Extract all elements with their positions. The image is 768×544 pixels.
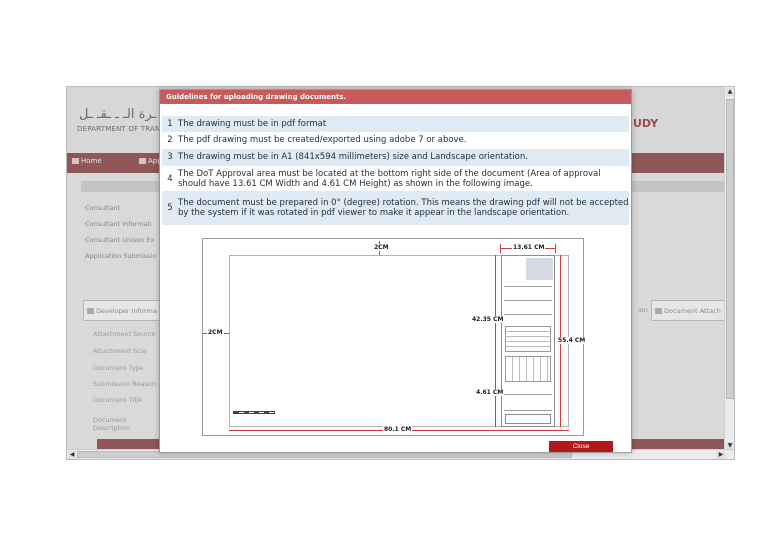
title-block-line (504, 314, 552, 315)
scale-bar (233, 411, 275, 414)
approval-width-tick-right (555, 244, 556, 253)
guideline-text: The DoT Approval area must be located at… (178, 168, 601, 189)
guidelines-list: 1 The drawing must be in pdf format 2 Th… (162, 116, 629, 225)
guideline-item: 5 The document must be prepared in 0° (d… (162, 191, 629, 225)
document-title-label: Document Title (93, 396, 143, 404)
attachment-size-label: Attachment Size (93, 347, 147, 355)
title-block-line (504, 300, 552, 301)
attachment-icon (655, 308, 662, 314)
approval-width-label: 13.61 CM (512, 244, 546, 251)
attachment-source-label: Attachment Source (93, 330, 156, 338)
scroll-left-icon[interactable]: ◀ (68, 451, 76, 459)
guideline-item: 2 The pdf drawing must be created/export… (162, 132, 629, 149)
grid-icon (139, 158, 146, 164)
home-icon (72, 158, 79, 164)
guideline-number: 1 (167, 119, 173, 129)
nav-home-label: Home (81, 157, 102, 165)
tab-document-label: Document Attach (664, 307, 721, 315)
guideline-number: 5 (167, 203, 173, 213)
department-arabic-title: ـرة الـ ـ ـقـ ـل (79, 107, 157, 122)
modal-title: Guidelines for uploading drawing documen… (160, 90, 631, 104)
vertical-scrollbar[interactable]: ▲ ▼ (724, 87, 734, 451)
title-block-line (504, 410, 552, 411)
side-label-consultant-unison: Consultant Unison Ex (85, 236, 155, 244)
drawing-layout-example: 2CM 2CM 13.61 CM 42.35 CM 4.61 CM 55.4 C… (202, 238, 587, 436)
submission-reason-label: Submission Reason (93, 380, 156, 388)
side-label-consultant: Consultant (85, 204, 121, 212)
title-block-line (504, 394, 552, 395)
guideline-text: The document must be prepared in 0° (deg… (178, 198, 629, 218)
header-right-title: UDY (633, 117, 659, 130)
title-block-table (505, 326, 551, 352)
tab-document-attachment[interactable]: Document Attach (651, 300, 729, 321)
guideline-item: 4 The DoT Approval area must be located … (162, 166, 629, 191)
revision-table (505, 356, 551, 382)
guideline-text: The pdf drawing must be created/exported… (178, 135, 467, 145)
guideline-item: 1 The drawing must be in pdf format (162, 116, 629, 132)
approval-top-height-label: 42.35 CM (471, 316, 505, 323)
nav-item-home[interactable]: Home (72, 157, 102, 165)
document-type-label: Document Type (93, 364, 144, 372)
title-block-line (504, 286, 552, 287)
approval-area-block (501, 255, 555, 427)
tab-developer-information[interactable]: Developer Informa (83, 300, 163, 321)
dot-approval-area (505, 414, 551, 424)
vertical-scroll-thumb[interactable] (726, 99, 734, 399)
close-button[interactable]: Close (549, 441, 613, 452)
guideline-number: 4 (167, 173, 173, 184)
guideline-number: 3 (167, 152, 173, 162)
approval-width-tick-left (500, 244, 501, 253)
department-english-title: DEPARTMENT OF TRANSP (77, 125, 170, 133)
approval-height-label: 4.61 CM (475, 389, 505, 396)
document-description-label: Document Description (93, 416, 131, 432)
scroll-up-icon[interactable]: ▲ (726, 88, 734, 96)
approval-height-line (495, 393, 496, 427)
site-plan-thumbnail (526, 258, 553, 280)
guideline-text: The drawing must be in A1 (841x594 milli… (178, 152, 528, 162)
side-label-consultant-info: Consultant Informati (85, 220, 152, 228)
sheet-height-label: 55.4 CM (557, 337, 587, 344)
tab-developer-label: Developer Informa (96, 307, 157, 315)
folder-icon (87, 308, 94, 314)
guideline-item: 3 The drawing must be in A1 (841x594 mil… (162, 149, 629, 166)
scroll-right-icon[interactable]: ▶ (717, 451, 725, 459)
guidelines-modal: Guidelines for uploading drawing documen… (159, 89, 632, 453)
top-margin-label: 2CM (373, 244, 390, 251)
sheet-width-label: 80.1 CM (383, 426, 413, 433)
guideline-number: 2 (167, 135, 173, 145)
left-margin-label: 2CM (207, 329, 224, 336)
tab-partial-label: ion (638, 306, 648, 314)
guideline-text: The drawing must be in pdf format (178, 119, 327, 129)
side-label-application-submission: Application Submissio (85, 252, 157, 260)
